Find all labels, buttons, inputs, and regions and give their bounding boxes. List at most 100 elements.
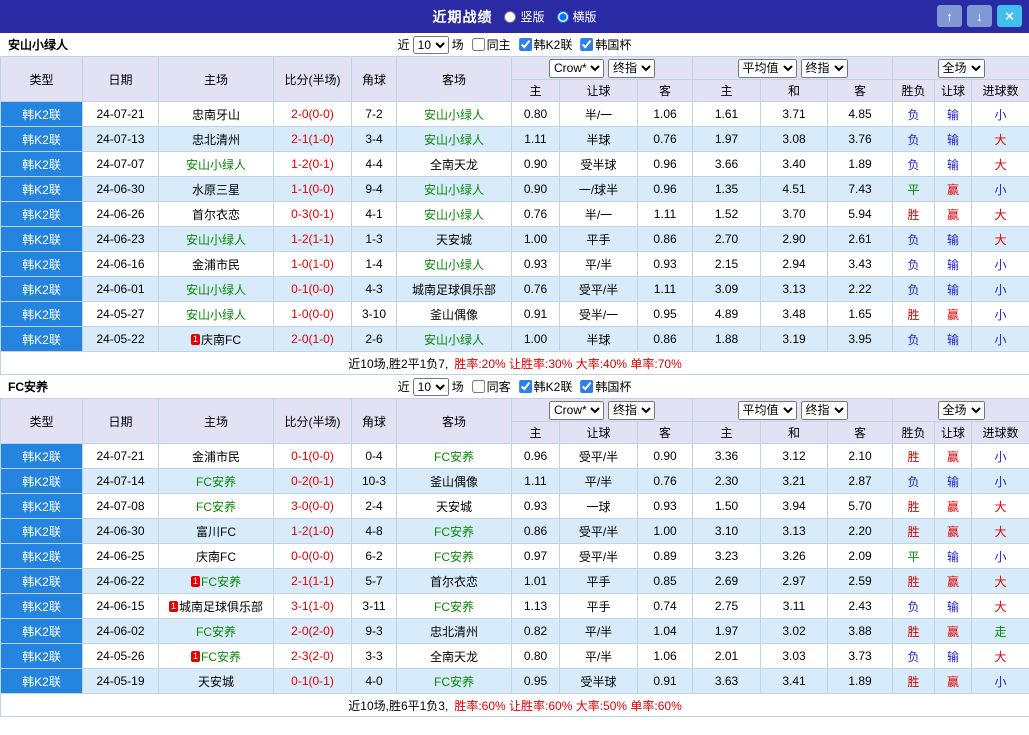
odds-kind-select[interactable]: 终指 [608,400,655,420]
layout-option-horizontal[interactable]: 横版 [556,8,597,25]
odds-cell: 0.95 [511,668,560,694]
layout-option-vertical[interactable]: 竖版 [504,8,545,25]
match-row: 韩K2联 24-07-21 金浦市民 0-1(0-0) 0-4 FC安养 0.96 受平/半 0… [0,443,1029,469]
handicap-result-cell: 输 [934,543,973,569]
result-cell: 胜 [892,443,936,469]
subcol-header-handicap-result: 让球 [934,79,973,102]
odds-cell: 2.20 [826,518,894,544]
league-cell: 韩K2联 [0,568,83,594]
odds-cell: 0.96 [511,443,560,469]
vertical-layout-radio[interactable] [504,10,517,23]
odds-cell: 0.76 [511,276,560,302]
date-cell: 24-06-25 [82,543,159,569]
odds-source-select[interactable]: Crow* [549,58,604,78]
team-name-text: 忠北清州 [429,624,478,639]
match-row: 韩K2联 24-06-15 1 城南足球俱乐部 3-1(1-0) 3-11 FC安养 1.13… [0,593,1029,619]
odds-cell: 3.13 [760,276,828,302]
odds-cell: 2.69 [692,568,761,594]
league-k2-checkbox[interactable] [518,380,532,393]
result-cell: 胜 [892,493,936,519]
move-down-button[interactable]: ↓ [967,5,992,27]
korean-cup-filter[interactable]: 韩国杯 [580,36,631,53]
average-select[interactable]: 平均值 [737,400,797,420]
away-team-cell: 安山小绿人 [396,126,512,152]
odds-cell: 5.94 [826,201,894,227]
date-cell: 24-07-08 [82,493,159,519]
away-team-cell: 釜山偶像 [396,301,512,327]
same-side-filter[interactable]: 同主 [471,36,511,53]
odds-kind-select[interactable]: 终指 [608,58,655,78]
result-cell: 胜 [892,518,936,544]
result-cell: 负 [892,251,936,277]
date-cell: 24-07-13 [82,126,159,152]
away-team-cell: 安山小绿人 [396,101,512,127]
league-k2-checkbox[interactable] [518,38,532,51]
odds-cell: 1.11 [637,276,693,302]
same-side-filter[interactable]: 同客 [471,378,511,395]
korean-cup-filter[interactable]: 韩国杯 [580,378,631,395]
korean-cup-checkbox[interactable] [580,380,594,393]
odds-cell: 3.02 [760,618,828,644]
odds-source-select[interactable]: Crow* [549,400,604,420]
odds-cell: 一/球半 [559,176,638,202]
odds-cell: 平手 [559,568,638,594]
matches-table: 类型 日期 主场 比分(半场) 角球 客场 Crow* 终指 平均值 终指 全场主让球客主和客胜负让… [0,56,1029,375]
horizontal-layout-radio[interactable] [556,10,569,23]
score-cell: 2-0(2-0) [273,618,352,644]
scope-select[interactable]: 全场 [937,58,985,78]
avg-kind-select[interactable]: 终指 [800,400,848,420]
league-k2-filter[interactable]: 韩K2联 [518,378,572,395]
goals-result-cell: 小 [971,251,1029,277]
league-cell: 韩K2联 [0,176,83,202]
avg-kind-select[interactable]: 终指 [800,58,848,78]
league-k2-filter[interactable]: 韩K2联 [518,36,572,53]
handicap-result-cell: 赢 [934,518,973,544]
games-label: 场 [451,380,464,394]
handicap-result-cell: 赢 [934,301,973,327]
team-name-text: 全南天龙 [429,157,478,172]
match-row: 韩K2联 24-06-26 首尔衣恋 0-3(0-1) 4-1 安山小绿人 0.76 半/一 1… [0,201,1029,227]
team-name-text: 安山小绿人 [185,232,246,247]
korean-cup-label: 韩国杯 [595,380,632,394]
subcol-header-away-odds: 客 [637,79,693,102]
korean-cup-checkbox[interactable] [580,38,594,51]
subcol-header-avg-draw: 和 [760,421,828,444]
section-header-bar: FC安养 近 10 场 同客 韩K2联 韩国杯 [0,375,1029,398]
odds-cell: 3.08 [760,126,828,152]
home-team-cell: 1 FC安养 [158,643,274,669]
recent-count-select[interactable]: 10 [412,35,449,54]
odds-cell: 0.93 [637,493,693,519]
odds-cell: 0.93 [511,251,560,277]
same-side-checkbox[interactable] [471,380,485,393]
move-up-button[interactable]: ↑ [937,5,962,27]
team-name-text: 安山小绿人 [423,132,484,147]
odds-cell: 受平/半 [559,276,638,302]
same-side-checkbox[interactable] [471,38,485,51]
corner-cell: 2-6 [351,326,397,352]
odds-cell: 受半/一 [559,301,638,327]
match-row: 韩K2联 24-07-07 安山小绿人 1-2(0-1) 4-4 全南天龙 0.90 受半球 0… [0,151,1029,177]
away-team-cell: FC安养 [396,593,512,619]
scope-select[interactable]: 全场 [937,400,985,420]
average-select[interactable]: 平均值 [737,58,797,78]
odds-cell: 1.88 [692,326,761,352]
odds-cell: 2.30 [692,468,761,494]
scope-header-cell: 全场 [892,56,1029,80]
subcol-header-avg-home: 主 [692,421,761,444]
odds-cell: 3.11 [760,593,828,619]
team-name-text: 天安城 [435,499,472,514]
odds-cell: 2.87 [826,468,894,494]
home-team-cell: 庆南FC [158,543,274,569]
close-button[interactable]: × [997,5,1022,27]
team-name-text: FC安养 [196,624,236,639]
score-cell: 1-0(0-0) [273,301,352,327]
subcol-header-avg-home: 主 [692,79,761,102]
odds-cell: 0.90 [637,443,693,469]
recent-count-select[interactable]: 10 [412,377,449,396]
home-team-cell: 金浦市民 [158,443,274,469]
korean-cup-label: 韩国杯 [595,38,632,52]
date-cell: 24-06-02 [82,618,159,644]
near-label: 近 [397,380,410,394]
col-header-home: 主场 [158,56,274,102]
league-cell: 韩K2联 [0,518,83,544]
